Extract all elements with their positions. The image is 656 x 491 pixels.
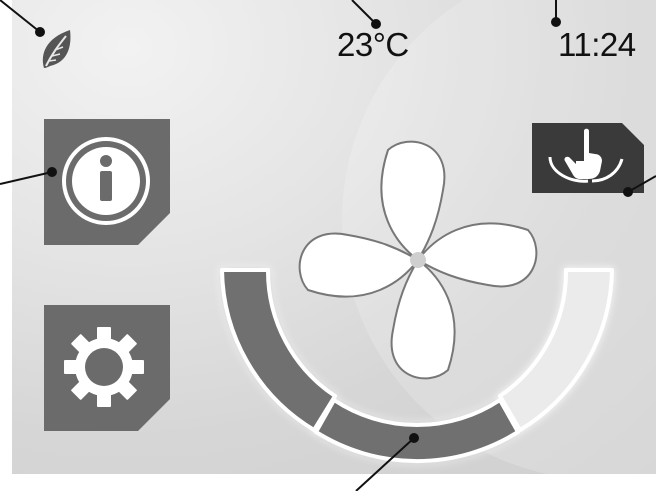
fan-speed-segment-2[interactable] [314, 398, 520, 463]
gear-icon [64, 327, 144, 407]
info-button[interactable] [44, 119, 170, 245]
leaf-icon[interactable] [36, 24, 78, 72]
info-icon [62, 137, 150, 225]
clock-readout: 11:24 [558, 26, 636, 63]
thermostat-screen: 23°C 11:24 [0, 0, 656, 491]
fan-icon [298, 140, 538, 380]
fan-speed-segment-1[interactable] [220, 268, 337, 432]
fan-control[interactable] [200, 120, 656, 480]
temperature-readout: 23°C [337, 26, 409, 63]
settings-button[interactable] [44, 305, 170, 431]
fan-speed-segment-3[interactable] [498, 268, 614, 432]
